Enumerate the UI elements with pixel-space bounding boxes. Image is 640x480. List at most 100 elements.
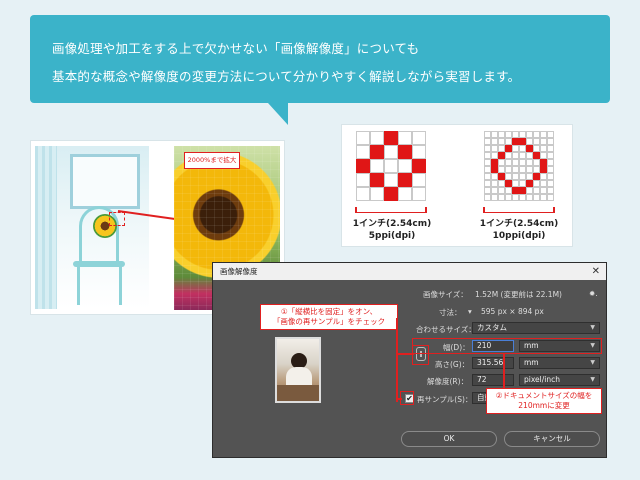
grid-cell xyxy=(512,131,519,138)
height-unit-select[interactable]: mm ▼ xyxy=(519,357,600,369)
resample-label: 再サンプル(S)： xyxy=(417,395,473,404)
grid-cell xyxy=(484,180,491,187)
grid-cell xyxy=(526,159,533,166)
grid-cell xyxy=(398,187,412,201)
grid-cell xyxy=(526,180,533,187)
dimensions-toggle[interactable]: ▾ xyxy=(468,307,472,316)
desk xyxy=(277,385,319,401)
grid-cell xyxy=(547,152,554,159)
grid-cell xyxy=(412,159,426,173)
chair-leg xyxy=(119,267,122,305)
grid-cell xyxy=(498,145,505,152)
grid-cell xyxy=(526,145,533,152)
callout-constrain-line-2: 「画像の再サンプル」をチェック xyxy=(272,317,386,326)
grid-cell xyxy=(498,187,505,194)
grid-cell xyxy=(505,145,512,152)
grid-cell xyxy=(512,173,519,180)
resolution-unit-value: pixel/inch xyxy=(524,375,560,384)
window xyxy=(70,154,140,209)
callout-width-line-2: 210mmに変更 xyxy=(518,401,570,410)
image-size-value: 1.52M (変更前は 22.1M) xyxy=(475,290,562,299)
grid-cell xyxy=(533,131,540,138)
grid-cell xyxy=(540,173,547,180)
grid-cell xyxy=(370,145,384,159)
chevron-down-icon: ▼ xyxy=(590,359,595,366)
image-size-dialog: 画像解像度 ✕ 画像サイズ： 1.52M (変更前は 22.1M) ✹. 寸法：… xyxy=(212,262,607,458)
grid-cell xyxy=(484,138,491,145)
grid-cell xyxy=(547,194,554,201)
curtain xyxy=(35,146,57,309)
resolution-label: 解像度(R)： xyxy=(427,377,469,386)
grid-cell xyxy=(356,145,370,159)
grid-cell xyxy=(505,131,512,138)
grid-cell xyxy=(533,152,540,159)
grid-cell xyxy=(533,194,540,201)
cancel-button[interactable]: キャンセル xyxy=(504,431,600,447)
grid-cell xyxy=(526,166,533,173)
grid-cell xyxy=(398,159,412,173)
grid-cell xyxy=(526,138,533,145)
gear-icon[interactable]: ✹. xyxy=(589,289,598,298)
grid-cell xyxy=(398,145,412,159)
grid-cell xyxy=(498,159,505,166)
height-input[interactable]: 315.56 xyxy=(472,357,514,369)
grid-cell xyxy=(526,187,533,194)
grid-cell xyxy=(547,187,554,194)
resolution-unit-select[interactable]: pixel/inch ▼ xyxy=(519,374,600,386)
grid-caption-left-1: 1インチ(2.54cm) xyxy=(352,219,432,229)
image-size-label: 画像サイズ： xyxy=(423,290,468,299)
grid-cell xyxy=(505,166,512,173)
grid-cell xyxy=(498,180,505,187)
grid-cell xyxy=(356,187,370,201)
grid-cell xyxy=(512,152,519,159)
grid-cell xyxy=(519,180,526,187)
grid-cell xyxy=(540,180,547,187)
grid-cell xyxy=(540,159,547,166)
grid-cell xyxy=(505,152,512,159)
grid-cell xyxy=(526,152,533,159)
callout-constrain: ①「縦横比を固定」をオン、 「画像の再サンプル」をチェック xyxy=(260,304,398,330)
grid-cell xyxy=(484,173,491,180)
grid-cell xyxy=(505,180,512,187)
grid-cell xyxy=(491,180,498,187)
grid-cell xyxy=(484,187,491,194)
resolution-input[interactable]: 72 xyxy=(472,374,514,386)
grid-cell xyxy=(370,159,384,173)
grid-cell xyxy=(356,159,370,173)
grid-cell xyxy=(512,166,519,173)
person-body xyxy=(286,367,312,387)
grid-cell xyxy=(547,131,554,138)
grid-cell xyxy=(540,152,547,159)
grid-cell xyxy=(519,194,526,201)
close-icon[interactable]: ✕ xyxy=(592,263,600,280)
grid-cell xyxy=(512,159,519,166)
grid-cell xyxy=(533,145,540,152)
grid-cell xyxy=(491,173,498,180)
callout-width: ②ドキュメントサイズの幅を 210mmに変更 xyxy=(486,388,602,414)
grid-cell xyxy=(356,131,370,145)
height-label: 高さ(G)： xyxy=(435,360,470,369)
fit-to-select[interactable]: カスタム ▼ xyxy=(472,322,600,334)
grid-cell xyxy=(519,138,526,145)
banner-line-1: 画像処理や加工をする上で欠かせない「画像解像度」についても xyxy=(52,41,420,56)
grid-cell xyxy=(540,138,547,145)
grid-cell xyxy=(526,173,533,180)
grid-cell xyxy=(505,173,512,180)
grid-cell xyxy=(533,159,540,166)
intro-banner: 画像処理や加工をする上で欠かせない「画像解像度」についても 基本的な概念や解像度… xyxy=(30,15,610,103)
grid-cell xyxy=(526,131,533,138)
ok-button[interactable]: OK xyxy=(401,431,497,447)
grid-caption-left-2: 5ppi(dpi) xyxy=(368,231,416,241)
grid-cell xyxy=(533,187,540,194)
grid-cell xyxy=(533,173,540,180)
banner-tail xyxy=(268,103,288,125)
grid-cell xyxy=(412,173,426,187)
grid-cell xyxy=(498,152,505,159)
grid-cell xyxy=(384,145,398,159)
grid-cell xyxy=(547,166,554,173)
grid-cell xyxy=(519,131,526,138)
grid-cell xyxy=(491,138,498,145)
grid-cell xyxy=(491,166,498,173)
grid-cell xyxy=(356,173,370,187)
chair-leg xyxy=(77,267,80,305)
